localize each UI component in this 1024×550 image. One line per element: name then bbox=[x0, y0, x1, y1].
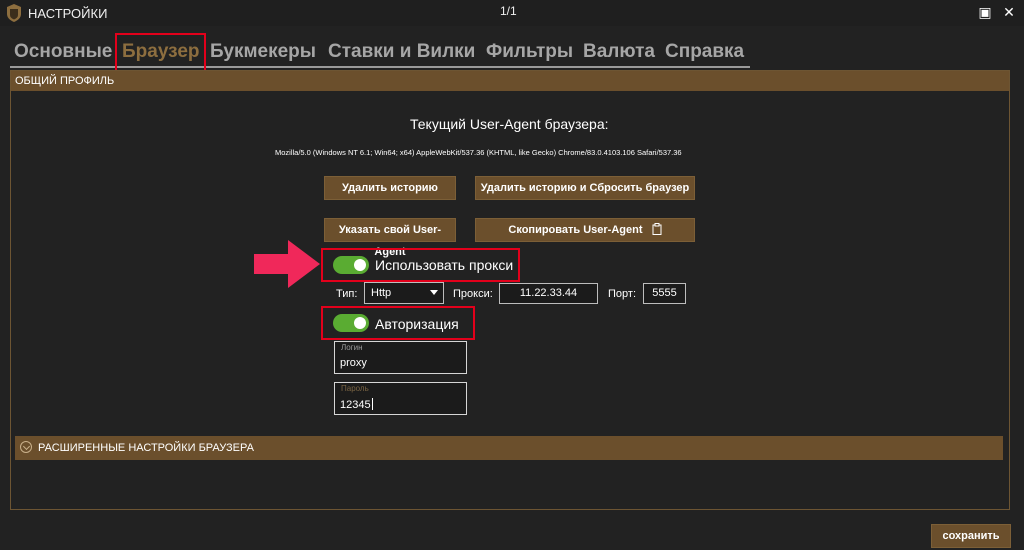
title-bar: НАСТРОЙКИ 1/1 ▣ ✕ bbox=[0, 0, 1024, 26]
save-button-label: сохранить bbox=[942, 530, 1000, 542]
tab-help[interactable]: Справка bbox=[665, 41, 744, 63]
app-logo-icon bbox=[7, 4, 21, 22]
login-field[interactable]: Логин proxy bbox=[334, 341, 467, 374]
proxy-port-label: Порт: bbox=[608, 288, 636, 300]
toggle-knob bbox=[354, 317, 366, 329]
proxy-address-label: Прокси: bbox=[453, 288, 493, 300]
settings-tabs: Основные Браузер Букмекеры Ставки и Вилк… bbox=[10, 38, 750, 68]
proxy-type-label: Тип: bbox=[336, 288, 358, 300]
delete-and-reset-button[interactable]: Удалить историю и Сбросить браузер bbox=[475, 176, 695, 200]
user-agent-title: Текущий User-Agent браузера: bbox=[410, 116, 609, 132]
delete-history-label: Удалить историю bbox=[342, 182, 438, 194]
login-field-value: proxy bbox=[340, 357, 367, 369]
maximize-button[interactable]: ▣ bbox=[976, 3, 994, 21]
text-cursor bbox=[371, 398, 373, 410]
proxy-type-select[interactable]: Http bbox=[364, 282, 444, 304]
password-field[interactable]: Пароль 12345 bbox=[334, 382, 467, 415]
window-title: НАСТРОЙКИ bbox=[28, 6, 108, 21]
proxy-address-input[interactable]: 11.22.33.44 bbox=[499, 283, 598, 304]
tab-bets-forks[interactable]: Ставки и Вилки bbox=[328, 41, 475, 63]
use-proxy-label: Использовать прокси bbox=[375, 257, 514, 273]
chevron-circle-down-icon bbox=[20, 441, 32, 453]
save-button[interactable]: сохранить bbox=[931, 524, 1011, 548]
password-field-value: 12345 bbox=[340, 399, 371, 411]
tab-filters[interactable]: Фильтры bbox=[486, 41, 573, 63]
tab-browser[interactable]: Браузер bbox=[122, 41, 200, 63]
chevron-down-icon bbox=[430, 290, 438, 295]
use-proxy-toggle[interactable] bbox=[333, 256, 369, 274]
toggle-knob bbox=[354, 259, 366, 271]
arrow-right-icon bbox=[254, 240, 320, 288]
page-counter: 1/1 bbox=[500, 4, 517, 18]
tab-bookmakers[interactable]: Букмекеры bbox=[210, 41, 316, 63]
close-button[interactable]: ✕ bbox=[1000, 3, 1018, 21]
advanced-browser-settings-expander[interactable]: РАСШИРЕННЫЕ НАСТРОЙКИ БРАУЗЕРА bbox=[15, 436, 1003, 460]
tab-currency[interactable]: Валюта bbox=[583, 41, 655, 63]
password-field-value-wrap: 12345 bbox=[340, 398, 373, 411]
advanced-settings-label: РАСШИРЕННЫЕ НАСТРОЙКИ БРАУЗЕРА bbox=[38, 442, 254, 454]
user-agent-string: Mozilla/5.0 (Windows NT 6.1; Win64; x64)… bbox=[275, 148, 682, 157]
authorization-toggle[interactable] bbox=[333, 314, 369, 332]
copy-user-agent-label: Скопировать User-Agent bbox=[508, 224, 643, 236]
profile-header: ОБЩИЙ ПРОФИЛЬ bbox=[11, 71, 1009, 91]
clipboard-icon bbox=[652, 223, 662, 235]
proxy-type-value: Http bbox=[371, 287, 392, 299]
password-field-label: Пароль bbox=[341, 384, 369, 393]
delete-and-reset-label: Удалить историю и Сбросить браузер bbox=[480, 182, 690, 194]
tab-osnovnye[interactable]: Основные bbox=[14, 41, 112, 63]
copy-user-agent-button[interactable]: Скопировать User-Agent bbox=[475, 218, 695, 242]
login-field-label: Логин bbox=[341, 343, 363, 352]
delete-history-button[interactable]: Удалить историю bbox=[324, 176, 456, 200]
proxy-port-input[interactable]: 5555 bbox=[643, 283, 686, 304]
set-user-agent-button[interactable]: Указать свой User-Agent bbox=[324, 218, 456, 258]
authorization-label: Авторизация bbox=[375, 316, 459, 332]
